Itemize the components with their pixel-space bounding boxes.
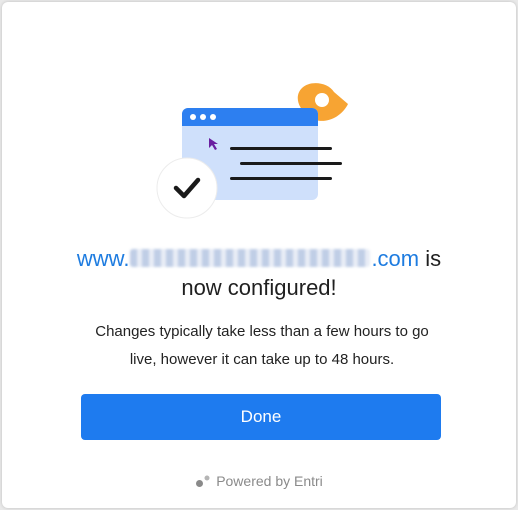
success-dialog: www. .com is now configured! Changes typi… — [2, 2, 516, 508]
redacted-domain — [130, 249, 371, 268]
powered-by-text: Powered by Entri — [216, 473, 323, 489]
headline-domain: www. .com is — [2, 245, 516, 273]
message-line-1: Changes typically take less than a few h… — [95, 323, 429, 340]
powered-by-footer: Powered by Entri — [2, 472, 516, 490]
headline-status: now configured! — [181, 275, 337, 300]
entri-logo-icon — [196, 475, 210, 488]
headline-tail: is — [419, 246, 442, 271]
browser-window-illustration — [156, 83, 348, 219]
domain-link[interactable]: www. .com — [77, 246, 419, 271]
message-line-2: live, however it can take up to 48 hours… — [129, 351, 395, 368]
done-button[interactable]: Done — [81, 394, 441, 440]
